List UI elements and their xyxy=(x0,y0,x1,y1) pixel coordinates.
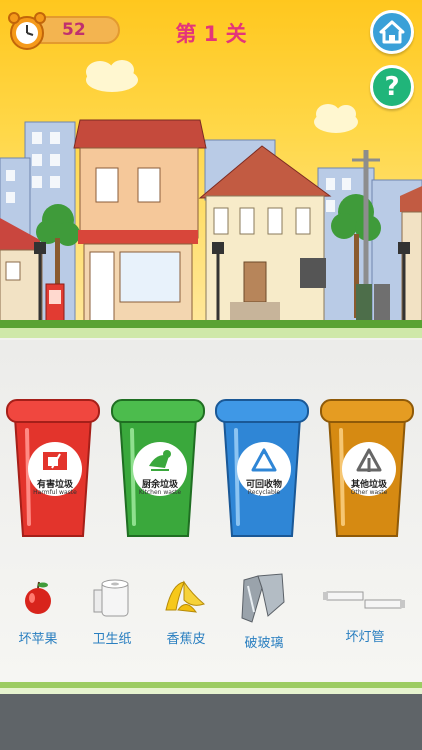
item-rotten-apple[interactable]: 坏苹果 xyxy=(0,580,80,650)
item-name: 破玻璃 xyxy=(244,636,284,651)
item-toilet-paper[interactable]: 卫生纸 xyxy=(70,576,154,650)
item-name: 卫生纸 xyxy=(92,632,132,647)
bin-label-other: 其他垃圾 Other waste xyxy=(342,442,396,496)
street-scene: 52 第 1 关 ? xyxy=(0,0,422,338)
item-name: 香蕉皮 xyxy=(166,632,206,647)
kitchen-waste-icon xyxy=(149,450,171,471)
bin-name-en: Kitchen waste xyxy=(138,489,182,496)
item-broken-glass[interactable]: 破玻璃 xyxy=(222,572,306,652)
bin-label-kitchen: 厨余垃圾 Kitchen waste xyxy=(133,442,187,496)
item-name: 坏灯管 xyxy=(345,630,385,645)
ground-strip xyxy=(0,320,422,328)
level-title: 第 1 关 xyxy=(175,22,247,46)
street-background xyxy=(0,60,422,323)
home-button[interactable] xyxy=(370,10,414,54)
cloud xyxy=(314,104,358,133)
toilet-paper-icon xyxy=(93,579,129,617)
other-waste-icon xyxy=(356,448,382,472)
bin-recyclable[interactable]: 可回收物 Recyclable xyxy=(214,396,310,542)
item-broken-tube-lamp[interactable]: 坏灯管 xyxy=(323,588,407,648)
help-button[interactable]: ? xyxy=(370,65,414,109)
bin-label-harmful: 有害垃圾 Harmful waste xyxy=(28,442,82,496)
item-name: 坏苹果 xyxy=(18,632,58,647)
broken-tube-lamp-icon xyxy=(323,591,405,609)
bin-other-waste[interactable]: 其他垃圾 Other waste xyxy=(319,396,415,542)
bin-name-en: Harmful waste xyxy=(33,489,77,496)
broken-glass-icon xyxy=(241,573,285,623)
bin-name-en: Recyclable xyxy=(247,489,281,496)
cloud xyxy=(86,60,138,92)
recycle-icon xyxy=(251,448,277,472)
sidewalk-strip xyxy=(0,328,422,338)
bin-kitchen-waste[interactable]: 厨余垃圾 Kitchen waste xyxy=(110,396,206,542)
harmful-waste-icon xyxy=(43,452,67,470)
footer-bar xyxy=(0,694,422,750)
bin-harmful-waste[interactable]: 有害垃圾 Harmful waste xyxy=(5,396,101,542)
home-icon xyxy=(379,20,405,44)
item-banana-peel[interactable]: 香蕉皮 xyxy=(144,578,228,650)
help-icon: ? xyxy=(384,72,400,102)
bin-label-recyclable: 可回收物 Recyclable xyxy=(237,442,291,496)
banana-peel-icon xyxy=(165,580,206,613)
bin-name-en: Other waste xyxy=(350,489,388,496)
rotten-apple-icon xyxy=(25,581,51,614)
